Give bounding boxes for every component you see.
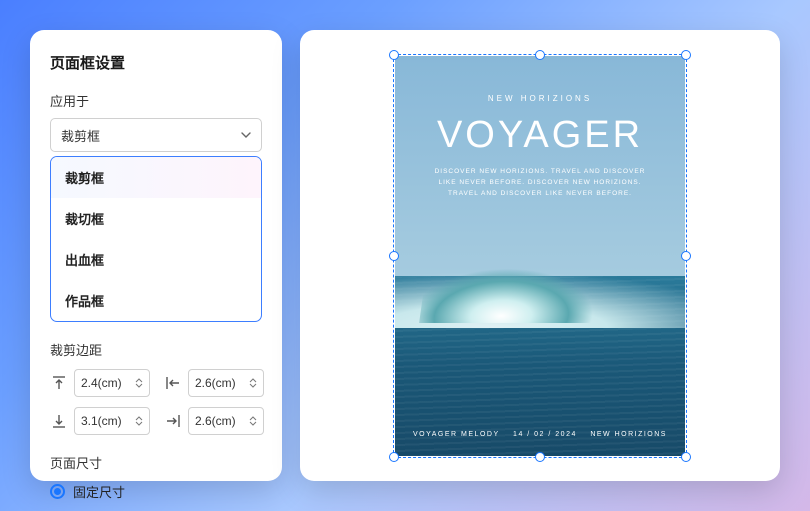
stepper-icon[interactable] xyxy=(135,378,143,388)
margin-bottom-input[interactable]: 3.1(cm) xyxy=(74,407,150,435)
margin-top-input[interactable]: 2.4(cm) xyxy=(74,369,150,397)
page-frame-settings-panel: 页面框设置 应用于 裁剪框 裁剪框 裁切框 出血框 作品框 裁剪边距 2.4(c… xyxy=(30,30,282,481)
apply-to-select[interactable]: 裁剪框 xyxy=(50,118,262,152)
margin-bottom-icon xyxy=(50,412,68,430)
margin-left-input[interactable]: 2.6(cm) xyxy=(188,369,264,397)
apply-to-dropdown: 裁剪框 裁切框 出血框 作品框 xyxy=(50,156,262,322)
dropdown-option-bleed[interactable]: 出血框 xyxy=(51,239,261,280)
poster-artwork: NEW HORIZIONS VOYAGER DISCOVER NEW HORIZ… xyxy=(395,56,685,456)
poster-subtitle: DISCOVER NEW HORIZIONS. TRAVEL AND DISCO… xyxy=(395,166,685,199)
stepper-icon[interactable] xyxy=(135,416,143,426)
dropdown-option-crop[interactable]: 裁剪框 xyxy=(51,157,261,198)
margin-left-icon xyxy=(164,374,182,392)
margin-right-icon xyxy=(164,412,182,430)
fixed-size-radio[interactable]: 固定尺寸 xyxy=(50,482,262,501)
stepper-icon[interactable] xyxy=(249,378,257,388)
crop-margin-label: 裁剪边距 xyxy=(50,340,262,359)
dropdown-option-trim[interactable]: 裁切框 xyxy=(51,198,261,239)
dropdown-option-art[interactable]: 作品框 xyxy=(51,280,261,321)
chevron-down-icon xyxy=(241,130,251,140)
radio-checked-icon xyxy=(50,484,65,499)
margin-grid: 2.4(cm) 2.6(cm) xyxy=(50,369,262,435)
stepper-icon[interactable] xyxy=(249,416,257,426)
margin-right-input[interactable]: 2.6(cm) xyxy=(188,407,264,435)
panel-title: 页面框设置 xyxy=(50,52,262,73)
apply-to-label: 应用于 xyxy=(50,91,262,110)
canvas-area: NEW HORIZIONS VOYAGER DISCOVER NEW HORIZ… xyxy=(300,30,780,481)
poster-footer: VOYAGER MELODY 14 / 02 / 2024 NEW HORIZI… xyxy=(413,431,667,438)
page-size-label: 页面尺寸 xyxy=(50,453,262,472)
poster-title: VOYAGER xyxy=(395,114,685,157)
artwork-selection[interactable]: NEW HORIZIONS VOYAGER DISCOVER NEW HORIZ… xyxy=(395,56,685,456)
poster-eyebrow: NEW HORIZIONS xyxy=(395,94,685,103)
select-value: 裁剪框 xyxy=(61,126,100,145)
margin-top-icon xyxy=(50,374,68,392)
